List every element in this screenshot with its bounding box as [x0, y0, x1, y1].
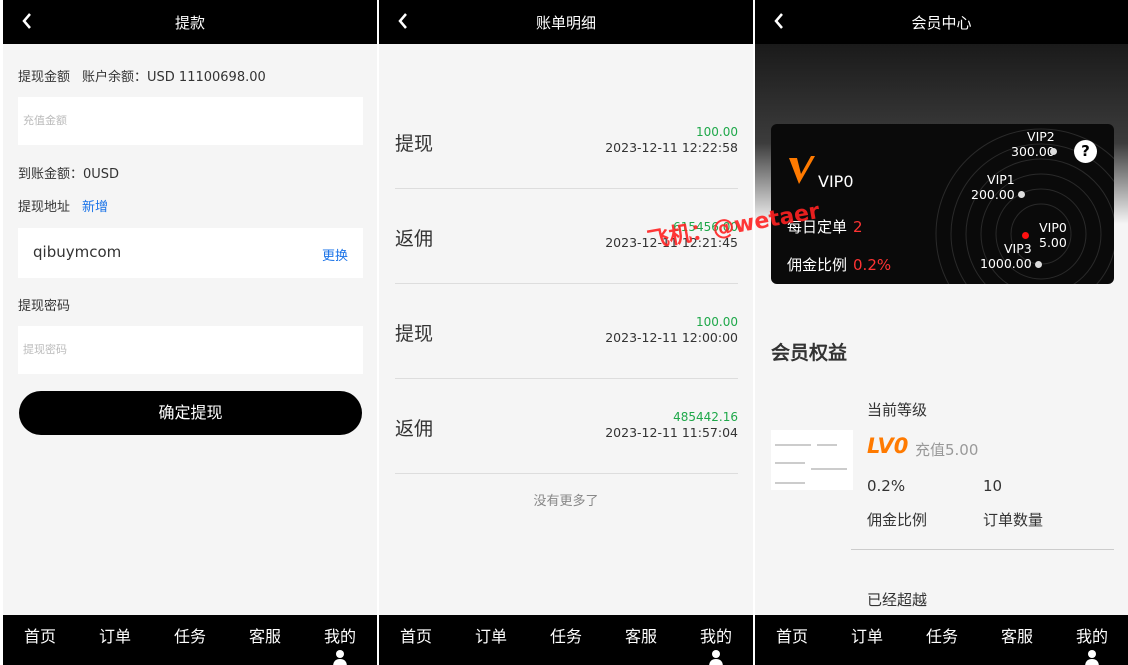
level-vip3: VIP3 1000.00 — [980, 241, 1032, 271]
record-type: 返佣 — [395, 418, 434, 440]
record-time: 2023-12-11 11:57:04 — [605, 425, 738, 440]
benefits-title: 会员权益 — [771, 342, 848, 364]
bill-detail-screen: 账单明细 提现 100.00 2023-12-11 12:22:58 返佣 61… — [379, 0, 753, 665]
recharge-amount: 充值5.00 — [915, 441, 979, 459]
level-vip0: VIP0 5.00 — [1039, 220, 1067, 250]
record-type: 提现 — [395, 323, 434, 345]
amount-label: 提现金额 账户余额：USD 11100698.00 — [18, 70, 266, 85]
tab-mine[interactable]: 我的 — [691, 623, 741, 665]
address-label: 提现地址 新增 — [18, 200, 109, 215]
record-type: 返佣 — [395, 228, 434, 250]
tab-bar: 首页 订单 任务 客服 我的 — [379, 615, 753, 665]
bill-record[interactable]: 提现 100.00 2023-12-11 12:22:58 — [395, 94, 738, 189]
record-time: 2023-12-11 12:22:58 — [605, 140, 738, 155]
tab-service[interactable]: 客服 — [616, 623, 666, 647]
level-dot — [1018, 191, 1025, 198]
tab-home[interactable]: 首页 — [391, 623, 441, 647]
order-count-label: 订单数量 — [983, 511, 1044, 529]
tab-home[interactable]: 首页 — [15, 623, 65, 647]
tab-home[interactable]: 首页 — [767, 623, 817, 647]
current-level-dot — [1022, 232, 1029, 239]
level-vip2: VIP2 300.00 — [1011, 129, 1055, 159]
current-level-label: 当前等级 — [867, 401, 928, 419]
person-icon — [709, 650, 723, 665]
address-box: qibuymcom 更换 — [18, 228, 363, 278]
tab-orders[interactable]: 订单 — [842, 623, 892, 647]
vip-card: VIP0 每日定单 2 佣金比例 0.2% VIP2 300.00 VIP1 200.0… — [771, 124, 1114, 284]
tab-service[interactable]: 客服 — [240, 623, 290, 647]
change-address-link[interactable]: 更换 — [322, 245, 348, 264]
address-value: qibuymcom — [33, 243, 122, 261]
record-type: 提现 — [395, 133, 434, 155]
help-icon[interactable]: ? — [1074, 140, 1097, 163]
page-title: 提款 — [174, 14, 205, 32]
tab-tasks[interactable]: 任务 — [165, 623, 215, 647]
page-title: 账单明细 — [535, 14, 596, 32]
top-bar: 会员中心 — [755, 0, 1128, 44]
add-address-link[interactable]: 新增 — [82, 200, 108, 215]
level-dot — [1050, 148, 1057, 155]
commission-rate-value: 0.2% — [867, 477, 906, 495]
arrival-amount: 到账金额：0USD — [18, 167, 120, 182]
surpassed-label: 已经超越 — [867, 591, 928, 609]
record-time: 2023-12-11 12:00:00 — [605, 330, 738, 345]
divider — [851, 549, 1114, 550]
top-bar: 提款 — [3, 0, 377, 44]
record-amount: 100.00 — [696, 315, 738, 329]
member-center-screen: 会员中心 VIP0 每日定单 2 佣金比例 0.2% VIP2 300.00 VIP1… — [755, 0, 1128, 665]
level-thumbnail — [771, 430, 853, 490]
current-level: LV0 — [867, 434, 909, 458]
tab-mine[interactable]: 我的 — [1067, 623, 1117, 665]
withdraw-screen: 提款 提现金额 账户余额：USD 11100698.00 充值金额 到账金额：0U… — [3, 0, 377, 665]
tab-orders[interactable]: 订单 — [90, 623, 140, 647]
level-vip1: VIP1 200.00 — [971, 172, 1015, 202]
password-label: 提现密码 — [18, 299, 71, 314]
person-icon — [333, 650, 347, 665]
person-icon — [1085, 650, 1099, 665]
commission-rate-label: 佣金比例 — [867, 511, 928, 529]
tab-tasks[interactable]: 任务 — [541, 623, 591, 647]
password-input[interactable]: 提现密码 — [18, 326, 363, 374]
page-title: 会员中心 — [911, 14, 972, 32]
vip-name: VIP0 — [818, 172, 854, 191]
commission-rate: 佣金比例 0.2% — [787, 256, 892, 274]
bill-record[interactable]: 提现 100.00 2023-12-11 12:00:00 — [395, 284, 738, 379]
top-bar: 账单明细 — [379, 0, 753, 44]
level-dot — [1035, 261, 1042, 268]
bill-record[interactable]: 返佣 485442.16 2023-12-11 11:57:04 — [395, 379, 738, 474]
record-amount: 100.00 — [696, 125, 738, 139]
tab-tasks[interactable]: 任务 — [917, 623, 967, 647]
tab-orders[interactable]: 订单 — [466, 623, 516, 647]
tab-mine[interactable]: 我的 — [315, 623, 365, 665]
confirm-withdraw-button[interactable]: 确定提现 — [19, 391, 362, 435]
vip-logo-icon — [789, 156, 815, 184]
record-amount: 485442.16 — [673, 410, 738, 424]
amount-input[interactable]: 充值金额 — [18, 97, 363, 145]
no-more-text: 没有更多了 — [533, 494, 599, 509]
tab-service[interactable]: 客服 — [992, 623, 1042, 647]
order-count-value: 10 — [983, 477, 1003, 495]
tab-bar: 首页 订单 任务 客服 我的 — [755, 615, 1128, 665]
tab-bar: 首页 订单 任务 客服 我的 — [3, 615, 377, 665]
balance-text: 账户余额：USD 11100698.00 — [82, 70, 266, 85]
